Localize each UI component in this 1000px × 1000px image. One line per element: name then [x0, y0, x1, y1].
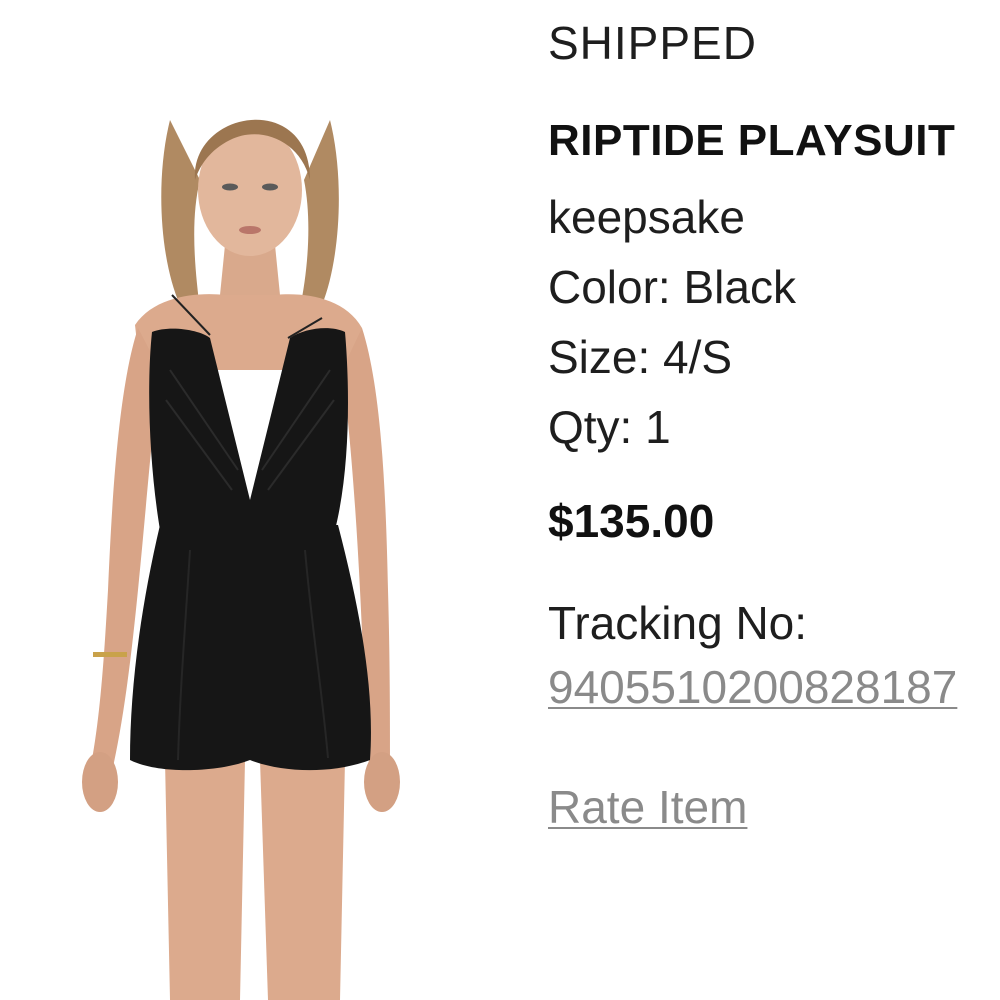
- order-item-card: SHIPPED RIPTIDE PLAYSUIT keepsake Color:…: [0, 0, 1000, 1000]
- tracking-label: Tracking No:: [548, 597, 808, 649]
- product-brand: keepsake: [548, 191, 745, 243]
- tracking-number-link[interactable]: 9405510200828187: [548, 660, 957, 714]
- product-size: Size: 4/S: [548, 331, 733, 383]
- shipping-status: SHIPPED: [548, 17, 757, 69]
- product-color: Color: Black: [548, 261, 796, 313]
- product-price: $135.00: [548, 495, 715, 547]
- product-quantity: Qty: 1: [548, 401, 671, 453]
- product-image[interactable]: [60, 70, 440, 1000]
- rate-item-link[interactable]: Rate Item: [548, 780, 747, 834]
- product-name[interactable]: RIPTIDE PLAYSUIT: [548, 116, 955, 166]
